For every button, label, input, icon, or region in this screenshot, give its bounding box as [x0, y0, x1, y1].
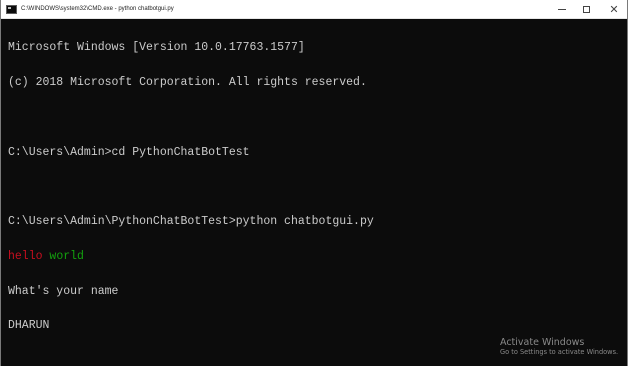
close-icon: ✕: [609, 2, 619, 16]
cmd-window: C:\WINDOWS\system32\CMD.exe - python cha…: [0, 0, 628, 366]
console-line-colored: hello world: [8, 251, 620, 263]
activate-windows-watermark: Activate Windows Go to Settings to activ…: [500, 337, 618, 357]
cmd-icon: [6, 5, 17, 14]
window-title: C:\WINDOWS\system32\CMD.exe - python cha…: [21, 6, 174, 12]
console-line: (c) 2018 Microsoft Corporation. All righ…: [8, 75, 367, 89]
title-bar[interactable]: C:\WINDOWS\system32\CMD.exe - python cha…: [1, 0, 627, 19]
minimize-icon: [558, 9, 566, 10]
console-line: DHARUN: [8, 319, 50, 333]
close-button[interactable]: ✕: [603, 0, 625, 18]
console-line: Microsoft Windows [Version 10.0.17763.15…: [8, 41, 305, 55]
activate-title: Activate Windows: [500, 337, 585, 348]
world-text: world: [42, 249, 84, 263]
console-output[interactable]: Microsoft Windows [Version 10.0.17763.15…: [8, 19, 620, 355]
activate-subtitle: Go to Settings to activate Windows.: [500, 348, 619, 356]
console-line: What's your name: [8, 284, 119, 298]
console-line: C:\Users\Admin>cd PythonChatBotTest: [8, 145, 250, 159]
console-line: C:\Users\Admin\PythonChatBotTest>python …: [8, 215, 374, 229]
maximize-icon: [582, 5, 590, 13]
minimize-button[interactable]: [551, 0, 573, 18]
maximize-button[interactable]: [575, 0, 597, 18]
hello-text: hello: [8, 249, 43, 263]
